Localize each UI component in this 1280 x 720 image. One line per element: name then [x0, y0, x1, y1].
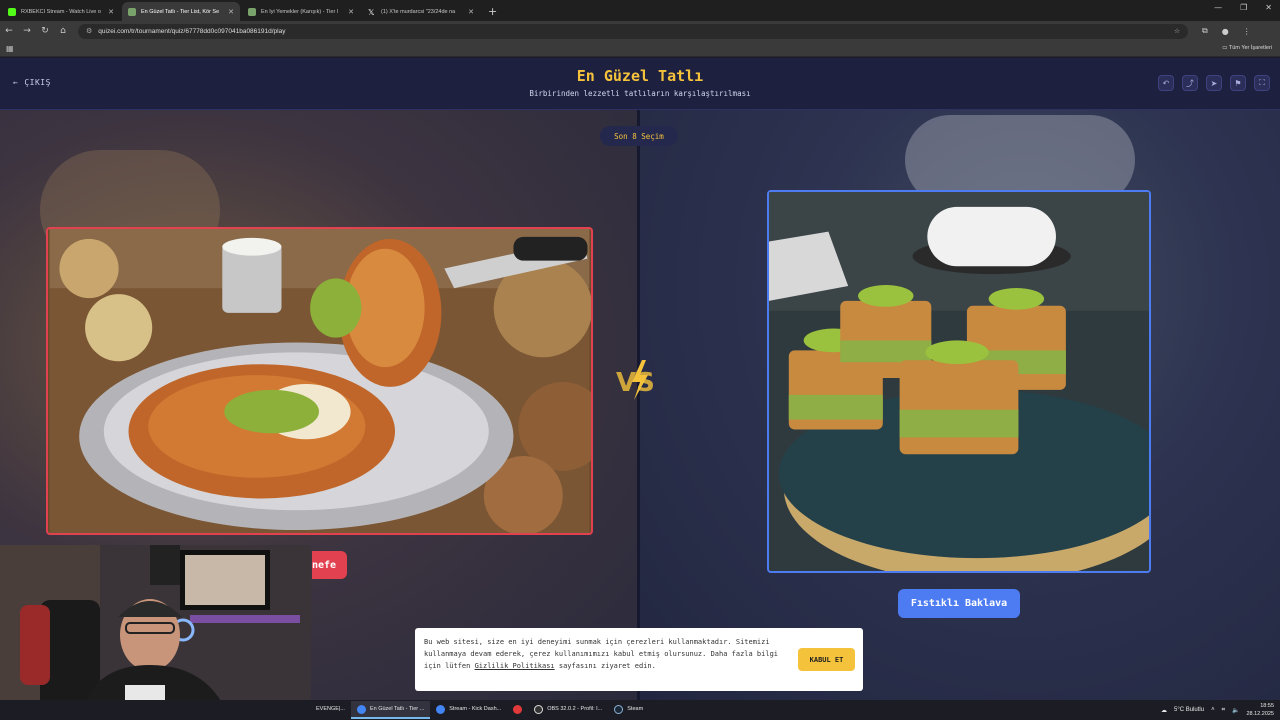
bookmarks-bar: ▦ ▭ Tüm Yer İşaretleri: [0, 41, 1280, 57]
clock-time: 18:55: [1260, 703, 1274, 709]
site-header: ← ÇIKIŞ En Güzel Tatlı Birbirinden lezze…: [0, 58, 1280, 110]
clock[interactable]: 18:55 28.12.2025: [1246, 702, 1274, 718]
close-tab-icon[interactable]: ✕: [228, 8, 234, 16]
header-actions: ↶ ⤴ ➤ ⚑ ⛶: [1158, 75, 1270, 91]
cookie-text-end: sayfasını ziyaret edin.: [554, 662, 656, 670]
chrome-icon: [356, 704, 366, 714]
x-favicon-icon: 𝕏: [368, 7, 375, 17]
volume-icon[interactable]: 🔈: [1232, 707, 1239, 714]
taskbar-item-label: En Güzel Tatlı - Tier ...: [369, 706, 425, 712]
webcam-overlay: [0, 545, 311, 720]
taskbar-item-app[interactable]: [507, 701, 528, 719]
taskbar-item-steam[interactable]: Steam: [608, 701, 649, 719]
new-tab-icon[interactable]: +: [488, 2, 497, 21]
apps-grid-icon[interactable]: ▦: [6, 44, 14, 53]
reload-icon[interactable]: ↻: [36, 26, 54, 36]
windows-taskbar: EVENGE|... En Güzel Tatlı - Tier ... Str…: [0, 700, 1280, 720]
taskbar-item-label: Steam: [627, 706, 644, 712]
tab-title: (1) X'te murdarcsi "23/24de na: [381, 8, 456, 15]
left-choice-label[interactable]: nefe: [312, 551, 348, 579]
browser-tab-bar: RXBEKCI Stream - Watch Live o ✕ En Güzel…: [0, 0, 1280, 21]
app-icon: [513, 704, 523, 714]
obs-icon: [534, 704, 544, 714]
extensions-icon[interactable]: ⧉: [1202, 26, 1208, 36]
right-choice-card[interactable]: [767, 190, 1151, 573]
cookie-banner: Bu web sitesi, size en iyi deneyimi sunm…: [415, 628, 863, 691]
fullscreen-icon[interactable]: ⛶: [1254, 75, 1270, 91]
window-controls: — ❐ ✕: [1214, 3, 1272, 12]
back-icon[interactable]: ←: [0, 26, 18, 36]
system-tray: ☁ 5°C Bulutlu ˄ ⌗ 🔈 18:55 28.12.2025: [1161, 702, 1274, 718]
browser-tab-active[interactable]: En Güzel Tatlı - Tier List, Kör Se ✕: [122, 2, 240, 21]
page-title: En Güzel Tatlı: [576, 67, 704, 85]
url-text: quizei.com/tr/tournament/quiz/67778dd0c0…: [98, 27, 286, 35]
kunefe-image: [49, 229, 591, 533]
tab-title: En Güzel Tatlı - Tier List, Kör Se: [141, 8, 220, 15]
center-divider: [637, 110, 640, 700]
chrome-icon: [436, 704, 446, 714]
taskbar-item-label: Stream - Kick Dash...: [449, 706, 502, 712]
page-subtitle: Birbirinden lezzetli tatlıların karşılaş…: [529, 89, 751, 98]
kick-favicon-icon: [8, 7, 16, 16]
taskbar-item-obs[interactable]: OBS 32.0.2 - Profil: I...: [528, 701, 608, 719]
url-field[interactable]: ⚙ quizei.com/tr/tournament/quiz/67778dd0…: [78, 23, 1188, 39]
bookmark-star-icon[interactable]: ☆: [1174, 27, 1180, 35]
minimize-icon[interactable]: —: [1214, 3, 1222, 12]
baklava-image: [769, 192, 1149, 571]
webcam-feed-image: [0, 545, 311, 720]
share-icon[interactable]: ⤴: [1182, 75, 1198, 91]
versus-icon: VS: [616, 360, 655, 400]
close-tab-icon[interactable]: ✕: [468, 8, 474, 16]
tab-title: En İyi Yemekler (Karışık) - Tier l: [261, 8, 339, 15]
taskbar-item-label: OBS 32.0.2 - Profil: I...: [547, 706, 603, 712]
all-bookmarks-label: Tüm Yer İşaretleri: [1228, 45, 1272, 51]
cloud-icon: ☁: [1160, 707, 1167, 714]
network-icon[interactable]: ⌗: [1222, 707, 1225, 714]
site-info-icon[interactable]: ⚙: [86, 27, 92, 35]
svg-text:VS: VS: [616, 368, 655, 398]
profile-avatar-icon[interactable]: ●: [1222, 27, 1229, 36]
chevron-up-icon[interactable]: ˄: [1211, 707, 1215, 713]
close-tab-icon[interactable]: ✕: [348, 8, 354, 16]
left-choice-card[interactable]: [46, 227, 593, 535]
folder-icon: ▭: [1222, 45, 1228, 51]
flag-icon[interactable]: ⚑: [1230, 75, 1246, 91]
tab-title: RXBEKCI Stream - Watch Live o: [21, 8, 101, 15]
weather-label[interactable]: 5°C Bulutlu: [1174, 707, 1204, 713]
close-window-icon[interactable]: ✕: [1265, 3, 1272, 12]
right-choice-label[interactable]: Fıstıklı Baklava: [898, 589, 1020, 618]
undo-icon[interactable]: ↶: [1158, 75, 1174, 91]
browser-tab[interactable]: En İyi Yemekler (Karışık) - Tier l ✕: [242, 2, 360, 21]
close-tab-icon[interactable]: ✕: [108, 8, 114, 16]
privacy-policy-link[interactable]: Gizlilik Politikası: [475, 662, 555, 670]
site-favicon-icon: [128, 7, 136, 16]
clock-date: 28.12.2025: [1246, 711, 1274, 717]
restore-icon[interactable]: ❐: [1240, 3, 1247, 12]
taskbar-item[interactable]: EVENGE|...: [310, 701, 351, 719]
browser-tab[interactable]: 𝕏 (1) X'te murdarcsi "23/24de na ✕: [362, 2, 480, 21]
send-icon[interactable]: ➤: [1206, 75, 1222, 91]
address-bar-row: ← → ↻ ⌂ ⚙ quizei.com/tr/tournament/quiz/…: [0, 21, 1280, 41]
round-badge: Son 8 Seçim: [600, 126, 678, 146]
taskbar-item-label: EVENGE|...: [316, 706, 345, 712]
steam-icon: [614, 704, 624, 714]
home-icon[interactable]: ⌂: [54, 26, 72, 36]
browser-tab[interactable]: RXBEKCI Stream - Watch Live o ✕: [2, 2, 120, 21]
taskbar-spacer: [0, 701, 310, 719]
accept-cookies-button[interactable]: KABUL ET: [798, 648, 855, 671]
taskbar-item-chrome[interactable]: Stream - Kick Dash...: [430, 701, 507, 719]
menu-dots-icon[interactable]: ⋮: [1243, 27, 1251, 36]
taskbar-item-chrome-active[interactable]: En Güzel Tatlı - Tier ...: [350, 701, 431, 719]
site-favicon-icon: [248, 7, 256, 16]
forward-icon[interactable]: →: [18, 26, 36, 36]
all-bookmarks-link[interactable]: ▭ Tüm Yer İşaretleri: [1222, 45, 1272, 51]
